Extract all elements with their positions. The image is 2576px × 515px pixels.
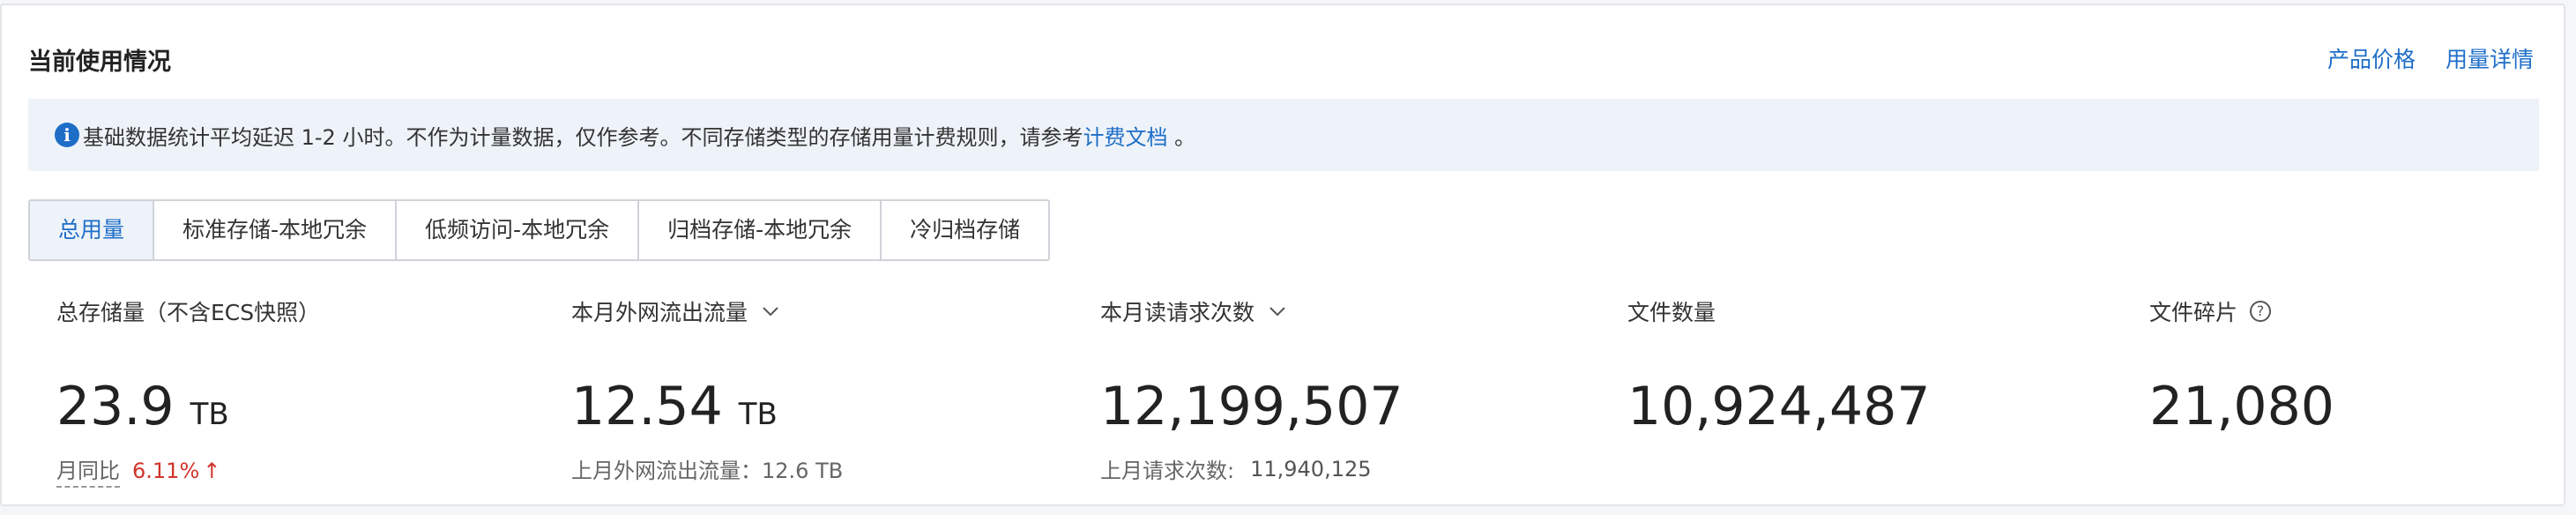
info-notice: i 基础数据统计平均延迟 1-2 小时。不作为计量数据，仅作参考。不同存储类型的… bbox=[28, 99, 2539, 171]
fragments-value: 21,080 bbox=[2149, 376, 2334, 437]
metric-sub: 月同比 6.11% ↑ bbox=[56, 453, 220, 488]
metric-file-count: 文件数量 10,924,487 bbox=[1627, 296, 1931, 437]
metric-sub: 上月外网流出流量：12.6 TB bbox=[571, 459, 844, 483]
product-price-link[interactable]: 产品价格 bbox=[2327, 42, 2416, 74]
tab-total-usage[interactable]: 总用量 bbox=[30, 201, 155, 259]
billing-doc-link[interactable]: 计费文档 bbox=[1083, 120, 1167, 151]
page-title: 当前使用情况 bbox=[28, 49, 171, 76]
mom-label[interactable]: 月同比 bbox=[56, 453, 120, 488]
tab-standard-lrs[interactable]: 标准存储-本地冗余 bbox=[154, 201, 398, 259]
tab-archive-lrs[interactable]: 归档存储-本地冗余 bbox=[639, 201, 882, 259]
metric-label: 本月外网流出流量 bbox=[571, 300, 748, 325]
metric-label: 文件碎片 bbox=[2149, 300, 2238, 325]
reads-sub-value: 11,940,125 bbox=[1250, 456, 1372, 481]
tab-ia-lrs[interactable]: 低频访问-本地冗余 bbox=[397, 201, 640, 259]
tab-cold-archive[interactable]: 冷归档存储 bbox=[882, 201, 1049, 259]
metric-total-storage: 总存储量（不含ECS快照） 23.9 TB 月同比 6.11% ↑ bbox=[56, 296, 321, 488]
chevron-down-icon[interactable] bbox=[1267, 301, 1288, 322]
metric-file-fragments: 文件碎片 ? 21,080 bbox=[2149, 296, 2334, 437]
metric-sub: 上月请求次数: 11,940,125 bbox=[1100, 453, 1372, 484]
storage-unit: TB bbox=[190, 397, 229, 432]
arrow-up-icon: ↑ bbox=[203, 458, 221, 483]
metric-label: 文件数量 bbox=[1627, 300, 1716, 325]
top-links: 产品价格 用量详情 bbox=[2327, 42, 2534, 74]
files-value: 10,924,487 bbox=[1627, 376, 1931, 437]
metric-value: 23.9 TB bbox=[56, 376, 229, 437]
metric-label: 总存储量（不含ECS快照） bbox=[56, 300, 321, 325]
reads-value: 12,199,507 bbox=[1100, 376, 1403, 437]
metric-read-requests: 本月读请求次数 12,199,507 上月请求次数: 11,940,125 bbox=[1100, 296, 1403, 483]
egress-unit: TB bbox=[738, 397, 778, 432]
reads-sub-label: 上月请求次数: bbox=[1100, 459, 1235, 483]
usage-card: 当前使用情况 产品价格 用量详情 i 基础数据统计平均延迟 1-2 小时。不作为… bbox=[0, 4, 2565, 506]
metric-egress: 本月外网流出流量 12.54 TB 上月外网流出流量：12.6 TB bbox=[571, 296, 843, 483]
help-icon[interactable]: ? bbox=[2250, 301, 2272, 322]
notice-text: 基础数据统计平均延迟 1-2 小时。不作为计量数据，仅作参考。不同存储类型的存储… bbox=[83, 124, 1083, 150]
notice-suffix: 。 bbox=[1167, 124, 1196, 150]
storage-value: 23.9 bbox=[56, 376, 175, 437]
chevron-down-icon[interactable] bbox=[760, 301, 781, 322]
info-icon: i bbox=[55, 123, 79, 147]
mom-percent: 6.11% bbox=[132, 458, 200, 483]
egress-value: 12.54 bbox=[571, 376, 723, 437]
metric-label: 本月读请求次数 bbox=[1100, 300, 1255, 325]
metric-value: 12.54 TB bbox=[571, 376, 778, 437]
usage-detail-link[interactable]: 用量详情 bbox=[2446, 42, 2534, 74]
storage-type-tabs: 总用量 标准存储-本地冗余 低频访问-本地冗余 归档存储-本地冗余 冷归档存储 bbox=[28, 199, 1051, 261]
